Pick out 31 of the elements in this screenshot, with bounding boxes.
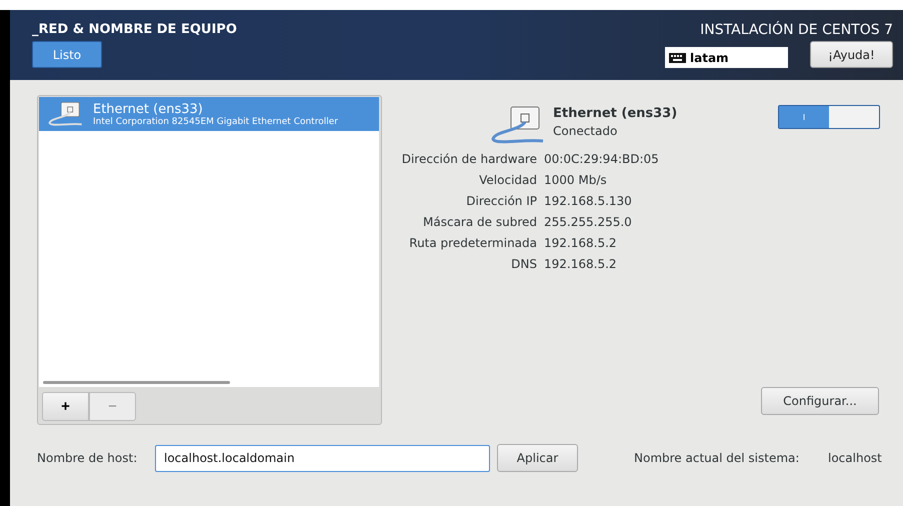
network-cable-icon: [47, 101, 83, 127]
spoke-title: _RED & NOMBRE DE EQUIPO: [32, 22, 237, 39]
help-button[interactable]: ¡Ayuda!: [810, 41, 893, 68]
hostname-field[interactable]: localhost.localdomain: [155, 444, 490, 472]
connection-status: Conectado: [553, 124, 618, 138]
current-hostname-value: localhost: [828, 451, 882, 465]
detail-label: Dirección IP: [465, 194, 537, 208]
current-hostname-label: Nombre actual del sistema:: [634, 451, 800, 465]
add-button[interactable]: +: [42, 392, 89, 421]
device-title: Ethernet (ens33): [553, 106, 678, 121]
scrollbar[interactable]: [43, 381, 230, 384]
configure-button[interactable]: Configurar...: [761, 387, 879, 415]
detail-label: Ruta predeterminada: [408, 236, 537, 250]
detail-label: Dirección de hardware: [400, 152, 537, 166]
detail-value: 255.255.255.0: [544, 215, 633, 229]
detail-value: 1000 Mb/s: [544, 173, 608, 187]
detail-label: DNS: [510, 257, 537, 271]
detail-value: 192.168.5.2: [544, 236, 618, 250]
detail-label: Velocidad: [478, 173, 537, 187]
network-cable-icon: [489, 105, 545, 145]
detail-value: 192.168.5.2: [544, 257, 618, 271]
apply-button[interactable]: Aplicar: [497, 444, 578, 472]
hostname-label: Nombre de host:: [37, 451, 138, 465]
detail-value: 192.168.5.130: [544, 194, 633, 208]
keyboard-icon: [669, 52, 686, 62]
product-title: INSTALACIÓN DE CENTOS 7: [700, 22, 893, 40]
device-description: Intel Corporation 82545EM Gigabit Ethernet Controller: [93, 116, 338, 126]
keyboard-layout-indicator[interactable]: latam: [665, 47, 788, 68]
detail-label: Máscara de subred: [422, 215, 537, 229]
detail-value: 00:0C:29:94:BD:05: [544, 152, 660, 166]
device-name: Ethernet (ens33): [93, 102, 204, 116]
